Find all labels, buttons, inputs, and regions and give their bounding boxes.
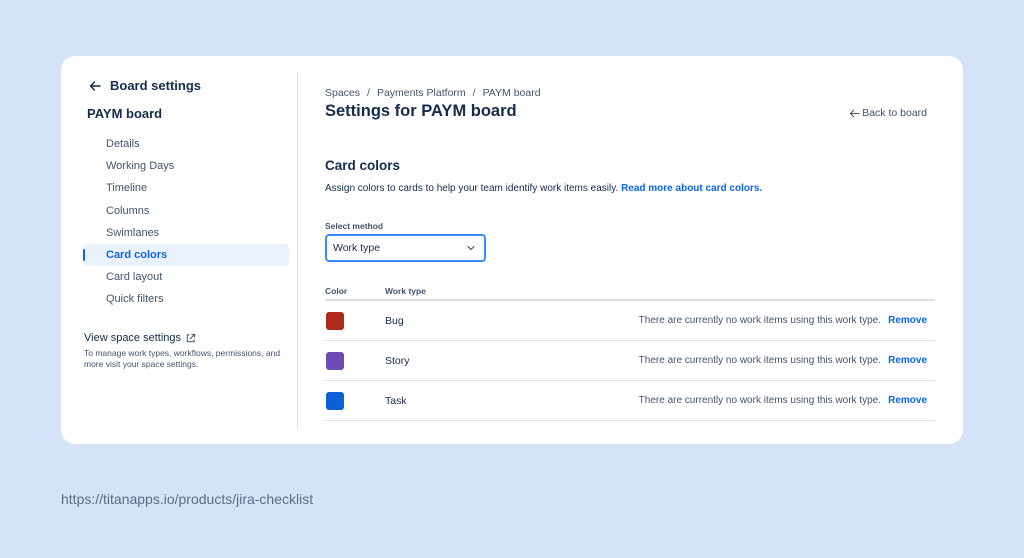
table-row: Story There are currently no work items … xyxy=(325,341,935,381)
sidebar: Board settings PAYM board Details Workin… xyxy=(61,56,297,444)
table-row: Task There are currently no work items u… xyxy=(325,381,935,421)
sidebar-item-swimlanes[interactable]: Swimlanes xyxy=(83,222,289,244)
column-header-color: Color xyxy=(325,286,348,296)
work-type-name: Story xyxy=(385,355,410,367)
section-description-text: Assign colors to cards to help your team… xyxy=(325,183,619,194)
work-type-status: There are currently no work items using … xyxy=(638,395,881,406)
view-space-settings-description: To manage work types, workflows, permiss… xyxy=(84,348,281,369)
section-description: Assign colors to cards to help your team… xyxy=(325,183,762,194)
select-method-value: Work type xyxy=(333,242,381,254)
work-type-status: There are currently no work items using … xyxy=(638,315,881,326)
work-type-name: Task xyxy=(385,395,407,407)
sidebar-nav: Details Working Days Timeline Columns Sw… xyxy=(83,133,289,311)
board-name: PAYM board xyxy=(87,106,163,121)
main-content: Spaces / Payments Platform / PAYM board … xyxy=(325,56,935,444)
select-method-dropdown[interactable]: Work type xyxy=(325,234,486,262)
sidebar-header[interactable]: Board settings xyxy=(88,78,201,93)
breadcrumb-separator: / xyxy=(472,87,476,99)
back-to-board-label: Back to board xyxy=(862,107,927,119)
sidebar-item-timeline[interactable]: Timeline xyxy=(83,177,289,199)
sidebar-item-card-colors[interactable]: Card colors xyxy=(83,243,289,267)
external-link-icon xyxy=(186,333,196,342)
page-title: Settings for PAYM board xyxy=(325,102,517,120)
footer-url: https://titanapps.io/products/jira-check… xyxy=(61,491,314,507)
remove-button[interactable]: Remove xyxy=(888,395,927,406)
sidebar-divider xyxy=(297,72,298,428)
work-type-status: There are currently no work items using … xyxy=(638,355,881,366)
sidebar-item-card-layout[interactable]: Card layout xyxy=(83,266,289,288)
sidebar-item-working-days[interactable]: Working Days xyxy=(83,155,289,177)
work-type-name: Bug xyxy=(385,315,404,327)
remove-button[interactable]: Remove xyxy=(888,355,927,366)
table-header: Color Work type xyxy=(325,284,935,301)
breadcrumb-payments-platform[interactable]: Payments Platform xyxy=(377,87,466,99)
table-row: Bug There are currently no work items us… xyxy=(325,301,935,341)
color-swatch[interactable] xyxy=(326,392,344,410)
sidebar-item-columns[interactable]: Columns xyxy=(83,200,289,222)
arrow-left-icon xyxy=(850,109,860,117)
breadcrumb-spaces[interactable]: Spaces xyxy=(325,87,360,99)
section-title: Card colors xyxy=(325,158,401,173)
color-swatch[interactable] xyxy=(326,312,344,330)
settings-panel: Board settings PAYM board Details Workin… xyxy=(61,56,963,444)
view-space-settings-link[interactable]: View space settings xyxy=(84,332,196,344)
remove-button[interactable]: Remove xyxy=(888,315,927,326)
breadcrumb-separator: / xyxy=(367,87,370,99)
back-to-board-button[interactable]: Back to board xyxy=(849,107,927,119)
sidebar-title: Board settings xyxy=(110,78,202,93)
view-space-settings-label: View space settings xyxy=(84,332,182,344)
breadcrumb-paym-board[interactable]: PAYM board xyxy=(483,87,541,99)
sidebar-item-quick-filters[interactable]: Quick filters xyxy=(83,288,289,310)
chevron-down-icon xyxy=(467,245,475,251)
column-header-work-type: Work type xyxy=(385,286,426,296)
sidebar-item-details[interactable]: Details xyxy=(83,133,289,155)
breadcrumb: Spaces / Payments Platform / PAYM board xyxy=(325,87,541,99)
card-colors-table: Color Work type Bug There are currently … xyxy=(325,284,935,421)
read-more-link[interactable]: Read more about card colors. xyxy=(621,183,762,194)
color-swatch[interactable] xyxy=(326,352,344,370)
back-arrow-icon[interactable] xyxy=(88,79,102,93)
select-method-label: Select method xyxy=(325,221,384,231)
